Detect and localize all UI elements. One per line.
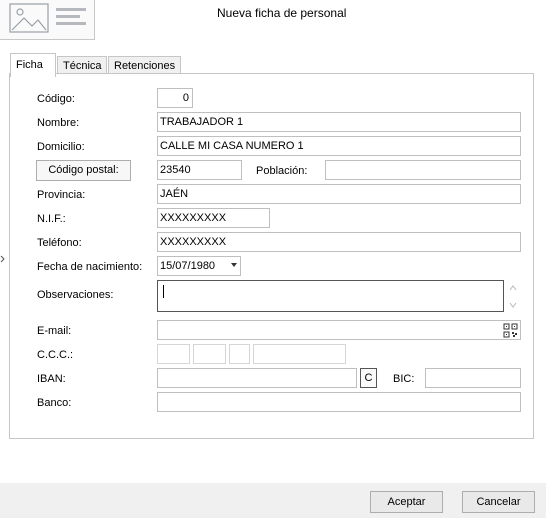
poblacion-input[interactable] — [325, 160, 521, 180]
record-image-icon — [0, 0, 95, 40]
dialog-title: Nueva ficha de personal — [217, 6, 347, 20]
bic-input[interactable] — [425, 368, 521, 388]
telefono-label: Teléfono: — [37, 237, 82, 249]
email-input[interactable] — [157, 320, 521, 340]
banco-input[interactable] — [157, 392, 521, 412]
poblacion-label: Población: — [256, 165, 308, 177]
codigo-input[interactable]: 0 — [157, 88, 193, 108]
nombre-label: Nombre: — [37, 117, 80, 129]
qr-code-icon[interactable] — [503, 323, 518, 338]
observaciones-textarea[interactable] — [157, 280, 504, 312]
fecha-nacimiento-picker[interactable]: 15/07/1980 — [157, 256, 241, 276]
scroll-down-icon — [509, 302, 517, 308]
codigo-label: Código: — [37, 93, 75, 105]
ccc-label: C.C.C.: — [37, 349, 74, 361]
observaciones-label: Observaciones: — [37, 289, 114, 301]
cancelar-button[interactable]: Cancelar — [462, 491, 535, 513]
provincia-input[interactable]: JAÉN — [157, 184, 521, 204]
ccc-entidad-input[interactable] — [157, 344, 190, 364]
nif-input[interactable]: XXXXXXXXX — [157, 208, 270, 228]
scroll-up-icon — [509, 285, 517, 291]
domicilio-label: Domicilio: — [37, 141, 85, 153]
bic-label: BIC: — [393, 373, 415, 385]
side-arrow-icon[interactable] — [0, 255, 6, 263]
codigo-postal-input[interactable]: 23540 — [157, 160, 242, 180]
ccc-dc-input[interactable] — [229, 344, 250, 364]
aceptar-button[interactable]: Aceptar — [370, 491, 443, 513]
telefono-input[interactable]: XXXXXXXXX — [157, 232, 521, 252]
tab-ficha[interactable]: Ficha — [10, 53, 56, 77]
scroll-arrows — [509, 285, 517, 308]
nombre-input[interactable]: TRABAJADOR 1 — [157, 112, 521, 132]
iban-label: IBAN: — [37, 373, 66, 385]
observaciones-scrollbar[interactable] — [505, 280, 521, 312]
iban-input[interactable] — [157, 368, 357, 388]
fecha-nacimiento-label: Fecha de nacimiento: — [37, 261, 143, 273]
codigo-postal-button[interactable]: Código postal: — [36, 160, 131, 181]
ccc-cuenta-input[interactable] — [253, 344, 346, 364]
fecha-nacimiento-value: 15/07/1980 — [160, 260, 216, 272]
provincia-label: Provincia: — [37, 189, 86, 201]
domicilio-input[interactable]: CALLE MI CASA NUMERO 1 — [157, 136, 521, 156]
text-caret — [163, 285, 164, 298]
dropdown-arrow-icon[interactable] — [231, 263, 237, 267]
ccc-oficina-input[interactable] — [193, 344, 226, 364]
banco-label: Banco: — [37, 397, 72, 409]
iban-calculate-button[interactable]: C — [360, 368, 377, 388]
nif-label: N.I.F.: — [37, 213, 66, 225]
image-placeholder-icon — [9, 3, 86, 33]
email-label: E-mail: — [37, 325, 72, 337]
